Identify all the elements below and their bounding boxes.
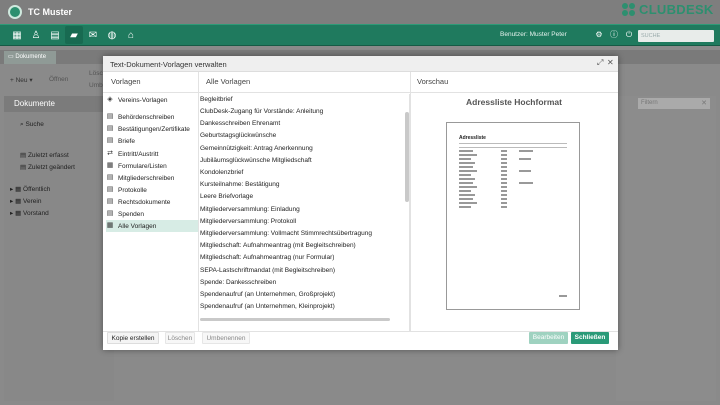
calendar-icon[interactable]: ▤ xyxy=(46,26,64,44)
list-item[interactable]: Kondolenzbrief xyxy=(200,167,404,179)
global-search-input[interactable]: SUCHE xyxy=(638,30,714,42)
new-button[interactable]: + Neu ▾ xyxy=(10,76,33,84)
document-icon: ▤ xyxy=(106,174,114,181)
list-item[interactable]: Spendenaufruf (an Unternehmen, Großproje… xyxy=(200,289,404,301)
document-icon: ▤ xyxy=(106,186,114,193)
list-item[interactable]: Mitgliederversammlung: Vollmacht Stimmre… xyxy=(200,228,404,240)
list-item[interactable]: Gemeinnützigkeit: Antrag Anerkennung xyxy=(200,143,404,155)
close-dialog-button[interactable]: Schließen xyxy=(571,332,609,344)
preview-document-title: Adressliste xyxy=(459,135,486,141)
left-panel-header: Dokumente xyxy=(4,96,114,112)
copy-template-button[interactable]: Kopie erstellen xyxy=(107,332,159,344)
club-icon: ◈ xyxy=(107,96,113,103)
list-item[interactable]: Begleitbrief xyxy=(200,94,404,106)
rename-button-partial[interactable]: Umb xyxy=(89,82,103,89)
category-letters[interactable]: ▤ Briefe xyxy=(106,135,198,147)
templates-column-header: Vorlagen xyxy=(111,77,141,86)
column-divider xyxy=(410,72,411,331)
delete-button-partial[interactable]: Lösc xyxy=(89,70,103,77)
club-logo-icon xyxy=(8,5,22,19)
category-authority-letters[interactable]: ▤ Behördenschreiben xyxy=(106,111,198,123)
dialog-title: Text-Dokument-Vorlagen verwalten xyxy=(110,60,227,69)
category-confirmations[interactable]: ▤ Bestätigungen/Zertifikate xyxy=(106,123,198,135)
category-forms-lists[interactable]: ▦ Formulare/Listen xyxy=(106,160,198,172)
list-item[interactable]: Mitgliedschaft: Aufnahmeantrag (mit Begl… xyxy=(200,240,404,252)
grid-icon: ▦ xyxy=(106,222,114,229)
delete-template-button[interactable]: Löschen xyxy=(165,332,195,344)
list-item[interactable]: Jubiläumsglückwünsche Mitgliedschaft xyxy=(200,155,404,167)
brand-name: CLUBDESK xyxy=(639,2,714,17)
tab-documents[interactable]: ▭ Dokumente xyxy=(4,51,56,64)
mail-icon[interactable]: ✉ xyxy=(84,26,102,44)
list-item[interactable]: Spende: Dankesschreiben xyxy=(200,277,404,289)
template-manager-dialog: Text-Dokument-Vorlagen verwalten ⤢ ✕ Vor… xyxy=(103,56,618,350)
all-templates-column-header: Alle Vorlagen xyxy=(206,77,251,86)
list-item[interactable]: Dankesschreiben Ehrenamt xyxy=(200,118,404,130)
category-minutes[interactable]: ▤ Protokolle xyxy=(106,184,198,196)
category-all-templates[interactable]: ▦ Alle Vorlagen xyxy=(106,220,198,232)
globe-icon[interactable]: ◍ xyxy=(103,26,121,44)
form-icon: ▦ xyxy=(106,162,114,169)
person-icon[interactable]: ♙ xyxy=(27,26,45,44)
preview-title: Adressliste Hochformat xyxy=(466,97,562,107)
document-list-bg xyxy=(616,96,716,401)
category-member-letters[interactable]: ▤ Mitgliederschreiben xyxy=(106,172,198,184)
folder-public[interactable]: ▸ ▦ Öffentlich xyxy=(10,185,50,193)
vertical-scrollbar[interactable] xyxy=(405,112,409,202)
list-item[interactable]: Mitgliedschaft: Aufnahmeantrag (nur Form… xyxy=(200,252,404,264)
list-item[interactable]: Geburtstagsglückwünsche xyxy=(200,130,404,142)
folder-club[interactable]: ▸ ▦ Verein xyxy=(10,197,41,205)
clear-filter-icon[interactable]: ✕ xyxy=(701,98,707,109)
arrows-icon: ⇄ xyxy=(107,150,113,157)
dialog-header: Text-Dokument-Vorlagen verwalten ⤢ ✕ xyxy=(103,56,618,72)
category-club-templates[interactable]: ◈ Vereins-Vorlagen xyxy=(106,94,198,106)
preview-rule xyxy=(459,147,567,148)
app-titlebar: TC Muster xyxy=(0,0,720,24)
edit-template-button[interactable]: Bearbeiten xyxy=(529,332,568,344)
preview-page-thumbnail: Adressliste xyxy=(446,122,580,310)
category-entry-exit[interactable]: ⇄ Eintritt/Austritt xyxy=(106,148,198,160)
rename-template-button[interactable]: Umbenennen xyxy=(202,332,250,344)
app-title: TC Muster xyxy=(28,7,73,17)
user-label: Benutzer: Muster Peter xyxy=(500,31,567,38)
preview-rule xyxy=(459,143,567,144)
category-legal-documents[interactable]: ▤ Rechtsdokumente xyxy=(106,196,198,208)
document-icon: ▤ xyxy=(106,125,114,132)
info-icon[interactable]: ⓘ xyxy=(608,29,620,41)
close-icon[interactable]: ✕ xyxy=(607,58,614,67)
list-item[interactable]: Spendenaufruf (an Unternehmen, Kleinproj… xyxy=(200,301,404,313)
clover-icon xyxy=(622,2,636,17)
folder-icon[interactable]: ▰ xyxy=(65,26,83,44)
list-item[interactable]: Leere Briefvorlage xyxy=(200,191,404,203)
left-panel: Dokumente ⌕ Suche ▤ Zuletzt erfasst ▤ Zu… xyxy=(4,96,114,401)
power-icon[interactable]: ⏻ xyxy=(623,29,635,41)
document-icon: ▤ xyxy=(106,113,114,120)
gear-icon[interactable]: ⚙ xyxy=(593,29,605,41)
list-item[interactable]: Mitgliederversammlung: Protokoll xyxy=(200,216,404,228)
document-icon: ▤ xyxy=(106,198,114,205)
document-icon: ▤ xyxy=(106,210,114,217)
main-navbar: ▦ ♙ ▤ ▰ ✉ ◍ ⌂ Benutzer: Muster Peter ⚙ ⓘ… xyxy=(0,24,720,46)
filter-input[interactable]: Filtern ✕ xyxy=(638,98,710,109)
expand-icon[interactable]: ⤢ xyxy=(597,58,603,68)
recent-changed-item[interactable]: ▤ Zuletzt geändert xyxy=(20,163,75,171)
category-donations[interactable]: ▤ Spenden xyxy=(106,208,198,220)
search-nav-item[interactable]: ⌕ Suche xyxy=(20,121,44,129)
open-button[interactable]: Öffnen xyxy=(49,76,68,83)
recent-captured-item[interactable]: ▤ Zuletzt erfasst xyxy=(20,151,69,159)
list-item[interactable]: ClubDesk-Zugang für Vorstände: Anleitung xyxy=(200,106,404,118)
folder-board[interactable]: ▸ ▦ Vorstand xyxy=(10,209,49,217)
grid-icon[interactable]: ▦ xyxy=(8,26,26,44)
header-divider xyxy=(103,92,618,93)
list-item[interactable]: Kursteilnahme: Bestätigung xyxy=(200,179,404,191)
template-list: Begleitbrief ClubDesk-Zugang für Vorstän… xyxy=(198,94,410,331)
bank-icon[interactable]: ⌂ xyxy=(122,26,140,44)
list-item[interactable]: SEPA-Lastschriftmandat (mit Begleitschre… xyxy=(200,265,404,277)
horizontal-scrollbar[interactable] xyxy=(200,318,390,321)
clubdesk-brand: CLUBDESK xyxy=(622,2,714,17)
preview-column-header: Vorschau xyxy=(417,77,449,86)
document-icon: ▤ xyxy=(106,137,114,144)
list-item[interactable]: Mitgliederversammlung: Einladung xyxy=(200,204,404,216)
